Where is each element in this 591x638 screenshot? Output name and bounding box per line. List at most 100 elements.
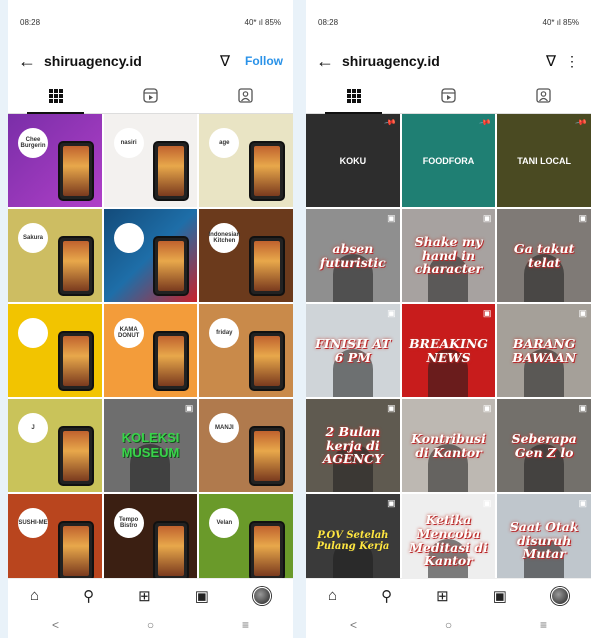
brand-logo: age xyxy=(209,128,240,158)
post-tile[interactable]: BREAKING NEWS ▣ xyxy=(401,304,496,397)
reels-icon xyxy=(441,88,456,103)
tab-posts-grid[interactable] xyxy=(8,78,103,114)
filter-icon[interactable]: ∇ xyxy=(213,52,237,70)
tagged-person-icon xyxy=(238,88,253,103)
phone-mockup-image xyxy=(57,521,94,581)
reel-badge-icon: ▣ xyxy=(578,308,587,318)
post-tile[interactable]: MANJI xyxy=(199,399,293,492)
post-tile[interactable]: friday xyxy=(199,304,293,397)
post-caption: 2 Bulan kerja di AGENCY xyxy=(322,423,383,467)
system-home-icon[interactable]: ○ xyxy=(147,618,154,632)
reels-nav-icon[interactable]: ▣ xyxy=(493,587,507,605)
more-options-icon[interactable]: ⋮ xyxy=(563,53,581,70)
back-arrow-icon[interactable]: ← xyxy=(18,51,44,72)
tab-tagged[interactable] xyxy=(496,78,591,113)
post-tile[interactable]: J xyxy=(8,399,102,492)
add-post-icon[interactable]: ⊞ xyxy=(436,587,449,605)
tab-posts-grid[interactable] xyxy=(306,78,401,114)
home-icon[interactable]: ⌂ xyxy=(30,587,39,604)
filter-icon[interactable]: ∇ xyxy=(539,52,563,70)
brand-logo: Sakura xyxy=(18,223,48,253)
reel-badge-icon: ▣ xyxy=(482,403,492,413)
post-tile[interactable]: FOODFORA 📌 xyxy=(401,114,496,207)
post-caption: FINISH AT 6 PM xyxy=(315,335,391,365)
tab-reels[interactable] xyxy=(401,78,496,113)
add-post-icon[interactable]: ⊞ xyxy=(138,587,151,605)
reel-badge-icon: ▣ xyxy=(578,403,587,413)
post-tile[interactable]: age xyxy=(199,114,293,207)
phone-mockup-image xyxy=(153,521,190,581)
post-tile[interactable]: Indonesian Kitchen xyxy=(199,209,293,302)
profile-avatar[interactable] xyxy=(252,586,271,605)
back-arrow-icon[interactable]: ← xyxy=(316,51,342,72)
reels-nav-icon[interactable]: ▣ xyxy=(195,587,209,605)
follow-button[interactable]: Follow xyxy=(245,54,283,68)
post-caption: Ga takut telat xyxy=(513,240,575,270)
post-tile[interactable]: 2 Bulan kerja di AGENCY ▣ xyxy=(306,399,400,492)
post-caption: Saat Otak disuruh Mutar xyxy=(509,518,579,562)
post-tile[interactable]: Seberapa Gen Z lo ▣ xyxy=(497,399,591,492)
phone-mockup-image xyxy=(57,331,94,391)
post-caption: KOLEKSI MUSEUM xyxy=(121,430,180,460)
post-tile[interactable]: Ga takut telat ▣ xyxy=(497,209,591,302)
post-grid: KOKU 📌 FOODFORA 📌 TANI LOCAL 📌 absen futuristi… xyxy=(306,114,591,587)
system-back-icon[interactable]: < xyxy=(52,618,59,632)
post-tile[interactable]: Ketika Mencoba Meditasi di Kantor ▣ xyxy=(401,494,496,587)
brand-logo xyxy=(113,223,144,253)
post-caption: BREAKING NEWS xyxy=(408,335,488,365)
search-icon[interactable]: ⚲ xyxy=(83,587,94,605)
post-tile[interactable]: Tempo Bistro xyxy=(103,494,198,587)
post-tile[interactable]: absen futuristic ▣ xyxy=(306,209,400,302)
brand-logo: Chee Burgerin xyxy=(18,128,48,158)
post-grid: Chee Burgerin nasiri age Sakura Indonesian K… xyxy=(8,114,293,587)
post-tile[interactable]: nasiri xyxy=(103,114,198,207)
brand-label: TANI LOCAL xyxy=(517,155,572,166)
search-icon[interactable]: ⚲ xyxy=(381,587,392,605)
system-home-icon[interactable]: ○ xyxy=(445,618,452,632)
post-tile[interactable]: FINISH AT 6 PM ▣ xyxy=(306,304,400,397)
profile-tabs xyxy=(306,78,591,114)
reel-badge-icon: ▣ xyxy=(387,213,396,223)
post-tile[interactable]: KOLEKSI MUSEUM ▣ xyxy=(103,399,198,492)
post-tile[interactable]: KAMA DONUT xyxy=(103,304,198,397)
profile-header: ← shiruagency.id ∇ ⋮ xyxy=(306,44,591,78)
bottom-nav: ⌂ ⚲ ⊞ ▣ xyxy=(8,578,293,612)
profile-handle: shiruagency.id xyxy=(342,53,440,69)
reel-badge-icon: ▣ xyxy=(387,308,396,318)
post-caption: Kontribusi di Kantor xyxy=(411,430,486,460)
status-right: 40* ıl 85% xyxy=(244,17,281,27)
post-tile[interactable]: Saat Otak disuruh Mutar ▣ xyxy=(497,494,591,587)
post-tile[interactable] xyxy=(8,304,102,397)
post-tile[interactable]: P.OV Setelah Pulang Kerja ▣ xyxy=(306,494,400,587)
home-icon[interactable]: ⌂ xyxy=(328,587,337,604)
system-nav-bar: < ○ ≡ xyxy=(8,612,293,638)
brand-logo: Tempo Bistro xyxy=(113,508,144,538)
post-tile[interactable]: TANI LOCAL 📌 xyxy=(497,114,591,207)
post-tile[interactable]: BARANG BAWAAN ▣ xyxy=(497,304,591,397)
grid-icon xyxy=(346,88,361,103)
phone-mockup-image xyxy=(248,141,285,201)
post-tile[interactable]: Shake my hand in character ▣ xyxy=(401,209,496,302)
reel-badge-icon: ▣ xyxy=(387,403,396,413)
brand-logo: J xyxy=(18,413,48,443)
reel-badge-icon: ▣ xyxy=(184,403,194,413)
tab-tagged[interactable] xyxy=(198,78,293,113)
post-tile[interactable]: Chee Burgerin xyxy=(8,114,102,207)
tab-reels[interactable] xyxy=(103,78,198,113)
phone-mockup-image xyxy=(153,236,190,296)
post-tile[interactable]: Kontribusi di Kantor ▣ xyxy=(401,399,496,492)
system-menu-icon[interactable]: ≡ xyxy=(540,618,547,632)
profile-avatar[interactable] xyxy=(550,586,569,605)
system-menu-icon[interactable]: ≡ xyxy=(242,618,249,632)
post-tile[interactable] xyxy=(103,209,198,302)
post-tile[interactable]: Velan xyxy=(199,494,293,587)
phone-mockup-image xyxy=(248,331,285,391)
post-caption: absen futuristic xyxy=(319,240,386,270)
system-back-icon[interactable]: < xyxy=(350,618,357,632)
brand-logo: friday xyxy=(209,318,240,348)
post-tile[interactable]: SUSHI-ME xyxy=(8,494,102,587)
post-tile[interactable]: KOKU 📌 xyxy=(306,114,400,207)
brand-logo: nasiri xyxy=(113,128,144,158)
post-tile[interactable]: Sakura xyxy=(8,209,102,302)
status-time: 08:28 xyxy=(20,17,41,27)
